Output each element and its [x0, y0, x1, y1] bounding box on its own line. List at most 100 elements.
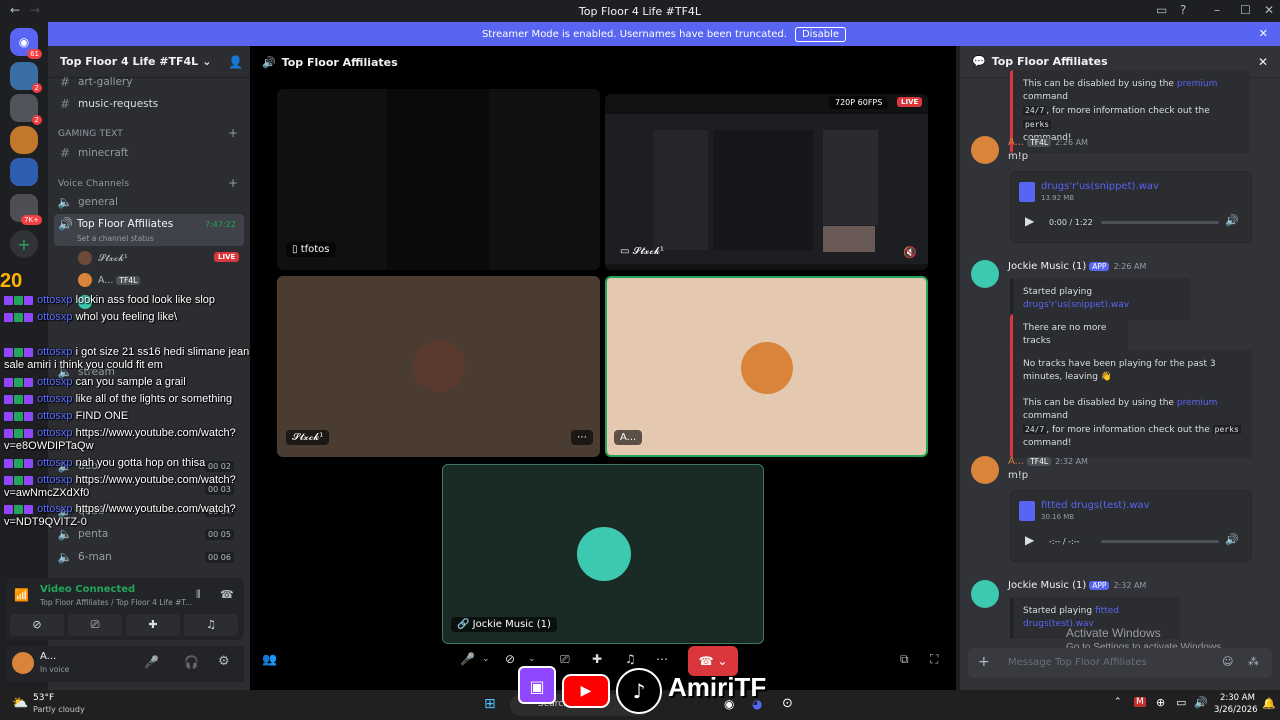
- inbox-icon[interactable]: ▭: [1156, 3, 1167, 17]
- author-name[interactable]: A...: [1008, 456, 1024, 467]
- author-name[interactable]: Jockie Music (1): [1008, 261, 1086, 272]
- pop-out-icon[interactable]: ⧉: [900, 652, 909, 667]
- network-icon[interactable]: ▭: [1176, 696, 1186, 709]
- add-voice-channel-icon[interactable]: +: [228, 176, 238, 190]
- video-tile-tfotos[interactable]: ▯ tfotos: [277, 89, 600, 270]
- weather-icon[interactable]: ⛅: [12, 696, 28, 711]
- channel-minecraft[interactable]: # minecraft: [56, 143, 242, 163]
- clock-time[interactable]: 2:30 AM: [1220, 693, 1255, 703]
- voice-location[interactable]: Top Floor Affiliates / Top Floor 4 Life …: [40, 598, 192, 607]
- premium-link[interactable]: premium: [1177, 79, 1218, 89]
- back-arrow-icon[interactable]: ←: [10, 3, 20, 17]
- file-name-link[interactable]: drugs'r'us(snippet).wav: [1041, 181, 1159, 192]
- file-size: 13.92 MB: [1041, 194, 1075, 202]
- audio-progress-bar[interactable]: [1101, 221, 1219, 224]
- camera-toggle-icon[interactable]: ⊘: [505, 652, 515, 666]
- add-member-icon[interactable]: 👤: [228, 55, 243, 69]
- soundboard-button[interactable]: ♫: [184, 614, 238, 636]
- windows-start-icon[interactable]: ⊞: [484, 696, 496, 712]
- soundboard-icon[interactable]: ♫: [625, 652, 636, 666]
- avatar[interactable]: [971, 260, 999, 288]
- more-options-icon[interactable]: ⋯: [656, 652, 668, 666]
- media-player-icon[interactable]: ⊙: [782, 696, 793, 711]
- close-banner-icon[interactable]: ✕: [1259, 27, 1268, 40]
- author-name[interactable]: A...: [1008, 137, 1024, 148]
- category-gaming-text[interactable]: GAMING TEXT: [58, 129, 123, 139]
- channel-art-gallery[interactable]: # art-gallery: [56, 72, 242, 92]
- server-icon-2[interactable]: 2: [10, 94, 42, 125]
- add-attachment-icon[interactable]: +: [978, 654, 990, 670]
- activities-icon[interactable]: ✚: [592, 652, 602, 666]
- message-input[interactable]: + Message Top Floor Affiliates ☺ ⁂: [968, 648, 1272, 678]
- play-icon[interactable]: ▶: [1025, 533, 1034, 547]
- volume-icon[interactable]: 🔊: [1225, 533, 1239, 546]
- channel-status-link[interactable]: Set a channel status: [77, 234, 154, 243]
- avatar[interactable]: [971, 456, 999, 484]
- disable-streamer-button[interactable]: Disable: [794, 26, 847, 42]
- voice-status[interactable]: Video Connected: [40, 584, 135, 595]
- server-icon-3[interactable]: [10, 158, 38, 186]
- audio-progress-bar[interactable]: [1101, 540, 1219, 543]
- tray-icon[interactable]: ⊕: [1156, 696, 1165, 709]
- channel-music-requests[interactable]: # music-requests: [56, 94, 242, 114]
- premium-link[interactable]: premium: [1177, 398, 1218, 408]
- voice-channel-top-floor-affiliates[interactable]: 🔊 Top Floor Affiliates 7:47:22 Set a cha…: [54, 214, 244, 246]
- file-name-link[interactable]: fitted drugs(test).wav: [1041, 500, 1150, 511]
- track-link[interactable]: drugs'r'us(snippet).wav: [1023, 300, 1129, 310]
- video-tile-stxck[interactable]: 𝓢𝓽𝔁𝓬𝓴¹ ⋯: [277, 276, 600, 457]
- discord-home-icon[interactable]: ◉ 61: [10, 28, 42, 59]
- server-icon-1[interactable]: 2: [10, 62, 42, 93]
- avatar[interactable]: [12, 652, 34, 674]
- video-tile-jockie[interactable]: 🔗 Jockie Music (1): [442, 464, 764, 644]
- apps-icon[interactable]: ⁂: [1248, 655, 1259, 668]
- emoji-icon[interactable]: ☺: [1222, 655, 1233, 668]
- avatar[interactable]: [971, 580, 999, 608]
- server-tag-badge: TF4L: [1027, 457, 1052, 466]
- play-icon[interactable]: ▶: [1025, 214, 1034, 228]
- discord-taskbar-icon[interactable]: ◕: [752, 697, 762, 711]
- maximize-icon[interactable]: ☐: [1240, 3, 1251, 17]
- chevron-down-icon[interactable]: ⌄: [528, 654, 536, 664]
- disconnect-icon[interactable]: ☎: [220, 588, 234, 601]
- overlay-chat-line: ottosxp nah you gotta hop on thisa: [4, 457, 205, 469]
- server-icon-active[interactable]: [10, 126, 38, 154]
- add-people-icon[interactable]: 👥: [262, 652, 277, 666]
- chevron-down-icon[interactable]: ⌄: [482, 654, 490, 664]
- help-icon[interactable]: ?: [1180, 3, 1186, 17]
- tray-chevron-icon[interactable]: ⌃: [1114, 697, 1122, 707]
- volume-icon[interactable]: 🔊: [1225, 214, 1239, 227]
- voice-user-stxck[interactable]: 𝓢𝓽𝔁𝓬𝓴¹: [78, 249, 128, 267]
- video-tile-a[interactable]: A...: [605, 276, 928, 457]
- camera-off-button[interactable]: ⊘: [10, 614, 64, 636]
- volume-tray-icon[interactable]: 🔊: [1194, 696, 1208, 709]
- tray-app-icon[interactable]: M: [1134, 697, 1146, 707]
- add-server-icon[interactable]: +: [10, 230, 38, 258]
- close-window-icon[interactable]: ✕: [1264, 3, 1274, 17]
- avatar[interactable]: [971, 136, 999, 164]
- add-channel-icon[interactable]: +: [228, 126, 238, 140]
- more-options-icon[interactable]: ⋯: [571, 430, 593, 445]
- user-limit-duo: 00 02: [205, 461, 234, 472]
- headphones-icon[interactable]: 🎧: [184, 655, 199, 669]
- microphone-icon[interactable]: 🎤: [144, 655, 159, 669]
- clock-date[interactable]: 3/26/2026: [1214, 705, 1258, 715]
- close-chat-icon[interactable]: ✕: [1258, 55, 1268, 69]
- settings-gear-icon[interactable]: ⚙: [218, 654, 230, 669]
- category-voice-channels[interactable]: Voice Channels: [58, 179, 129, 189]
- forward-arrow-icon[interactable]: →: [30, 3, 40, 17]
- notification-bell-icon[interactable]: 🔔: [1262, 697, 1276, 710]
- server-folder-icon[interactable]: 7K+: [10, 194, 42, 225]
- noise-suppression-icon[interactable]: ⫴: [196, 588, 201, 602]
- author-name[interactable]: Jockie Music (1): [1008, 580, 1086, 591]
- video-tile-stream[interactable]: 720P 60FPS LIVE ▭ 𝓢𝓽𝔁𝓬𝓴¹ 🔇: [605, 94, 928, 270]
- share-screen-button[interactable]: ⎚: [68, 614, 122, 636]
- minimize-icon[interactable]: –: [1214, 3, 1220, 17]
- volume-mute-icon[interactable]: 🔇: [903, 246, 917, 259]
- voice-channel-general[interactable]: 🔈 general: [56, 192, 242, 212]
- microphone-toggle-icon[interactable]: 🎤: [460, 652, 475, 666]
- fullscreen-icon[interactable]: ⛶: [930, 652, 938, 667]
- activities-button[interactable]: ✚: [126, 614, 180, 636]
- screen-share-icon[interactable]: ⎚: [560, 652, 570, 667]
- voice-user-a[interactable]: A... TF4L: [78, 271, 141, 289]
- chrome-icon[interactable]: ◉: [724, 697, 734, 711]
